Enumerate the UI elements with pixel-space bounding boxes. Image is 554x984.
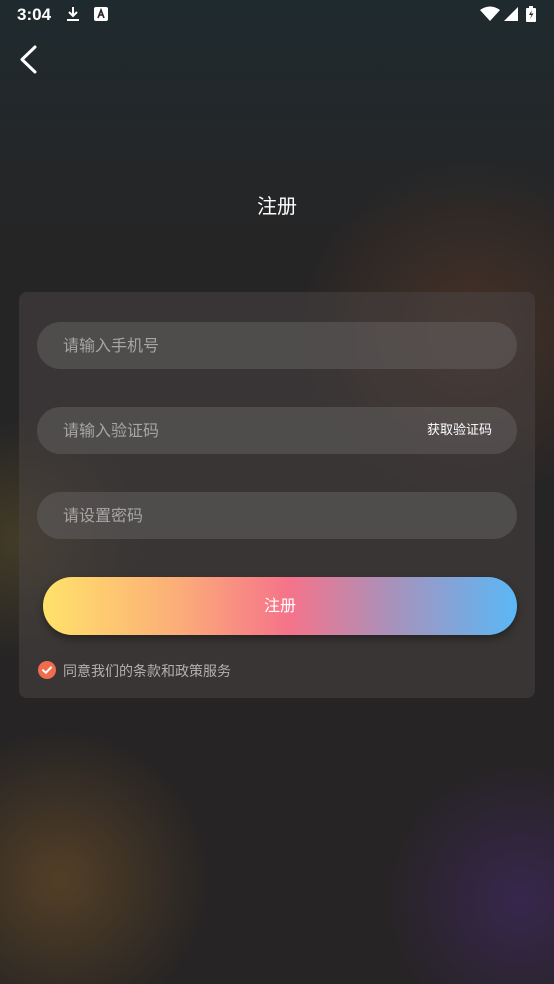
battery-icon (526, 6, 536, 22)
page-title: 注册 (257, 194, 297, 218)
download-icon (65, 6, 81, 22)
agree-checkbox[interactable] (38, 661, 56, 679)
a-badge-icon (93, 6, 109, 22)
signal-icon (503, 6, 519, 22)
status-time: 3:04 (17, 5, 52, 24)
chevron-left-icon (12, 45, 48, 82)
get-code-button[interactable]: 获取验证码 (427, 407, 492, 454)
password-field (37, 492, 517, 539)
status-bar: 3:04 (0, 0, 554, 30)
back-button[interactable] (12, 42, 48, 78)
code-field: 获取验证码 (37, 407, 517, 454)
check-icon (42, 666, 52, 674)
agreement-text[interactable]: 同意我们的条款和政策服务 (63, 661, 231, 681)
verification-code-input[interactable] (63, 407, 363, 454)
register-button[interactable]: 注册 (43, 577, 517, 635)
phone-input[interactable] (63, 322, 423, 369)
password-input[interactable] (63, 492, 423, 539)
phone-field (37, 322, 517, 369)
wifi-icon (480, 6, 500, 22)
register-card: 获取验证码 注册 同意我们的条款和政策服务 (19, 292, 535, 698)
